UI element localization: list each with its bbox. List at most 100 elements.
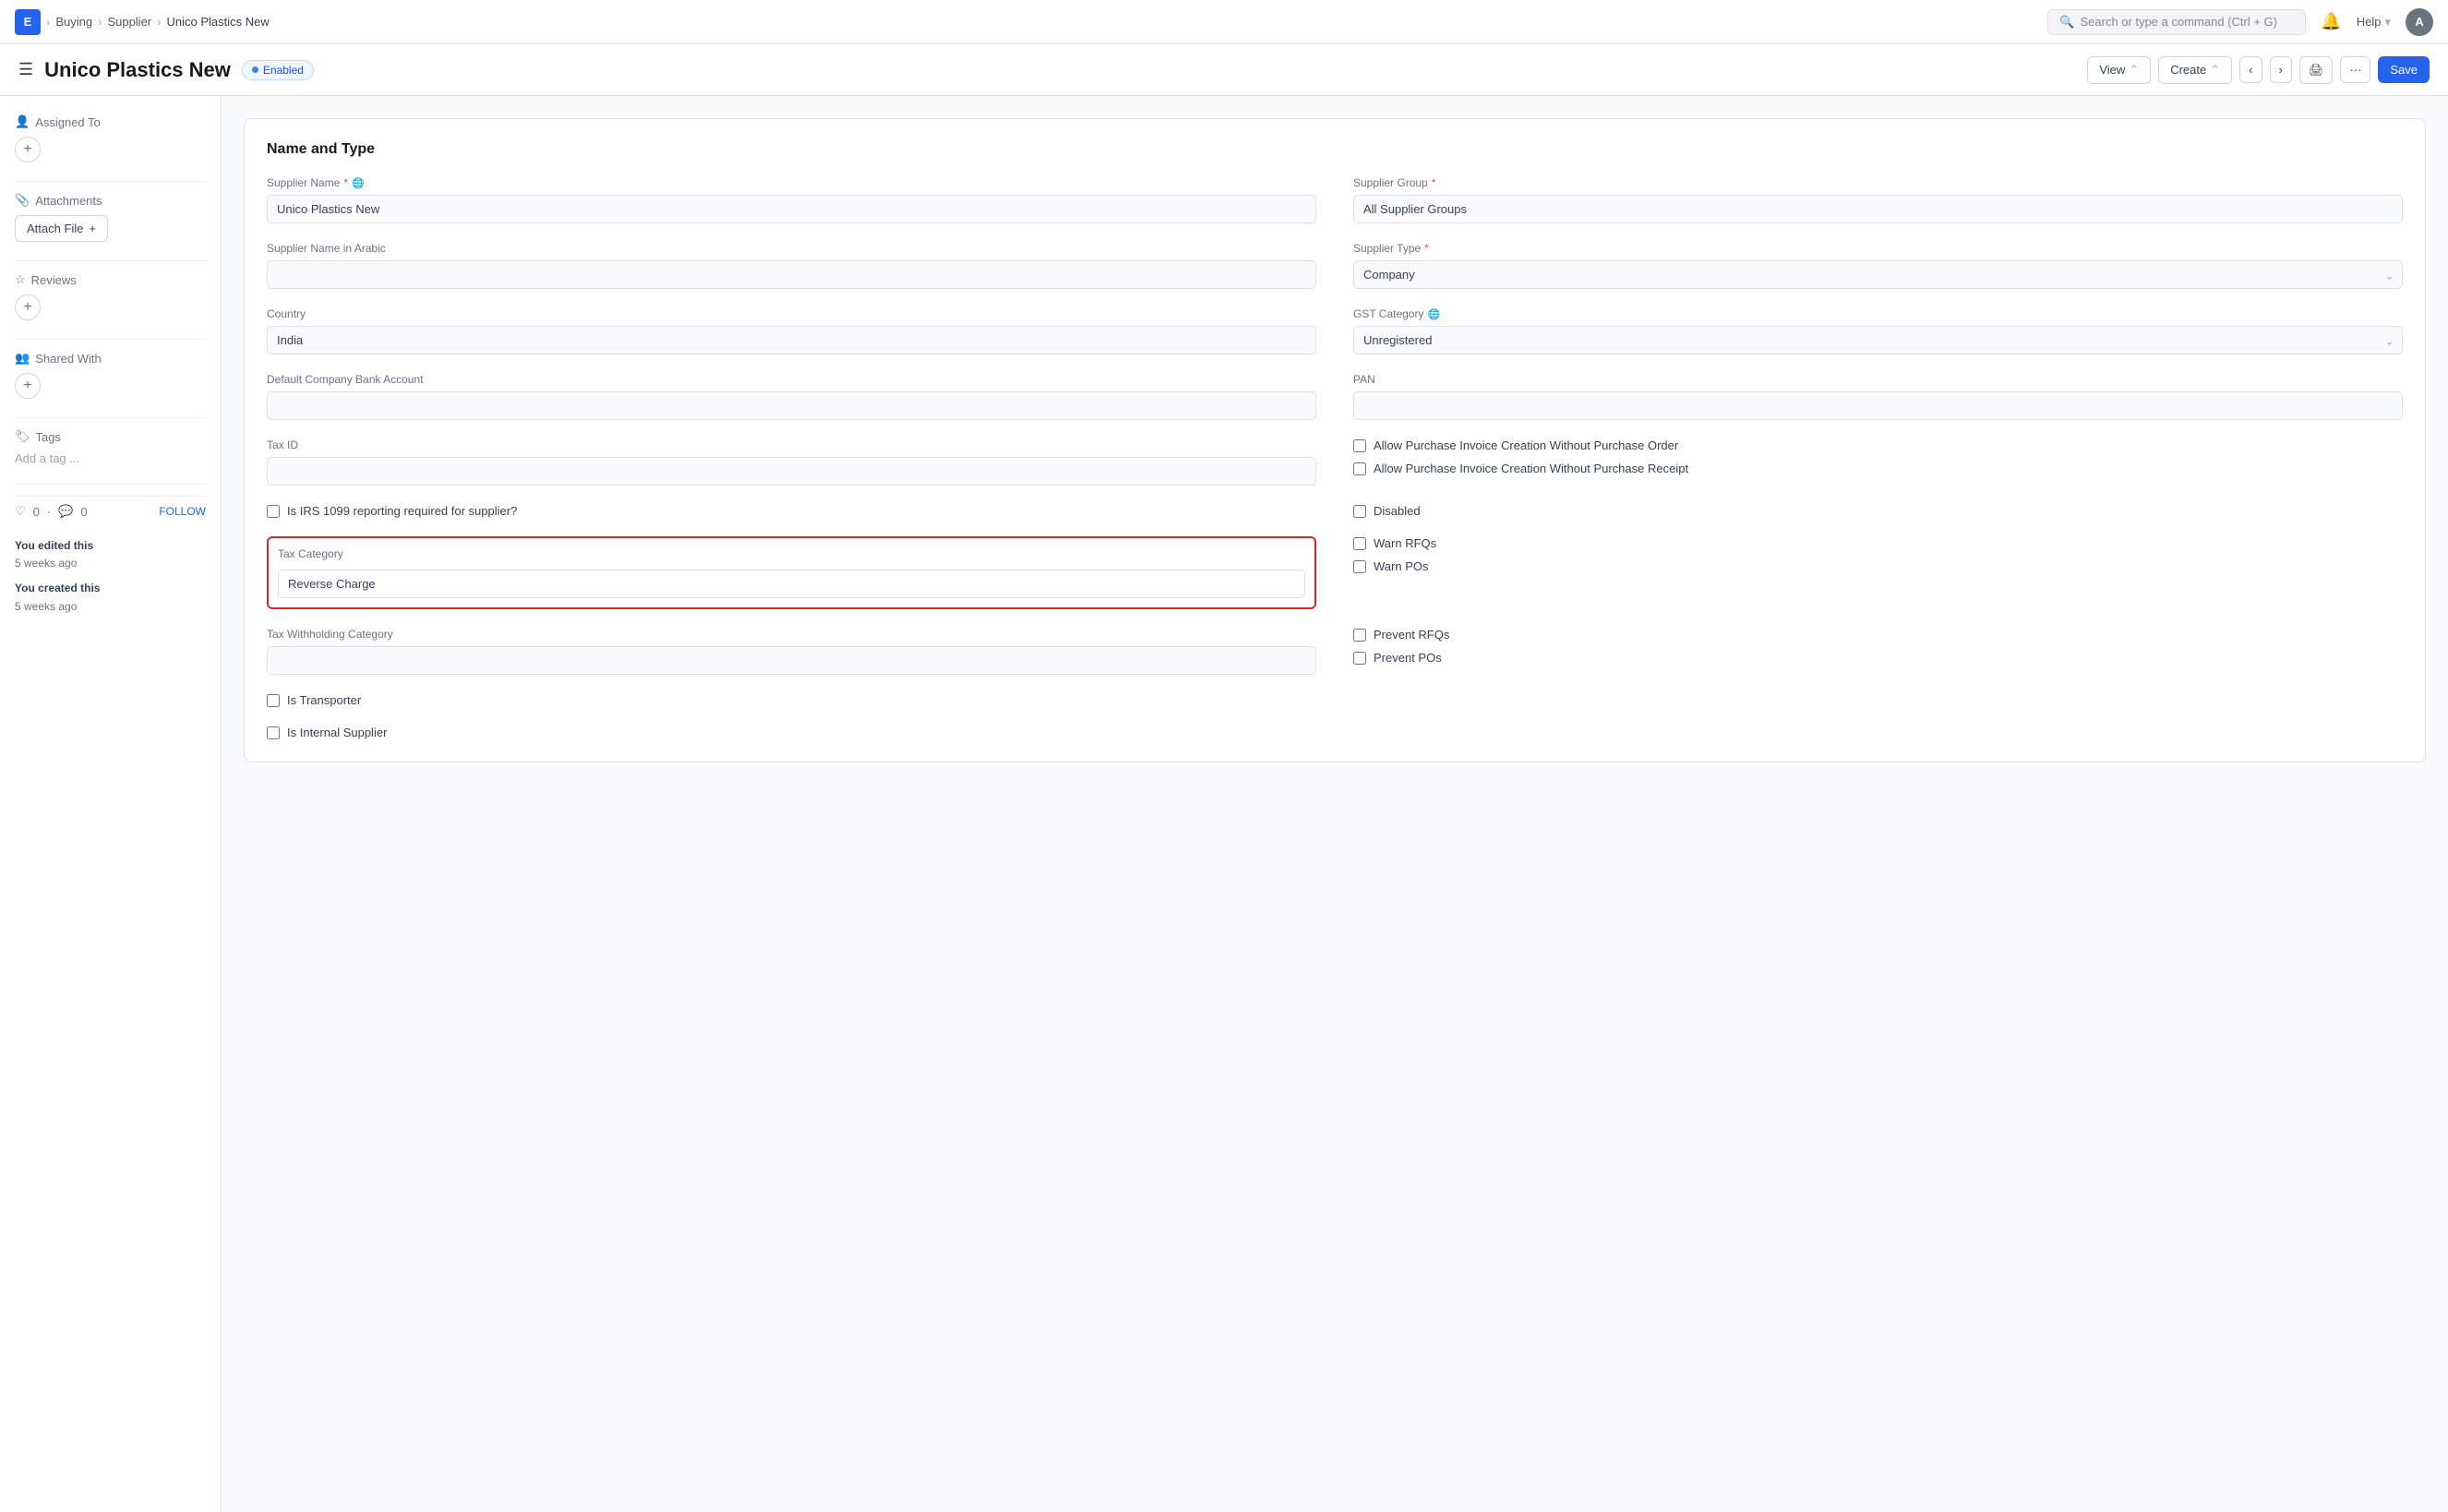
pan-input[interactable] bbox=[1353, 391, 2403, 420]
header-left: ☰ Unico Plastics New Enabled bbox=[18, 58, 314, 82]
help-button[interactable]: Help ▾ bbox=[2357, 15, 2391, 30]
prevent-pos-checkbox[interactable] bbox=[1353, 652, 1366, 665]
tags-section: 🏷 Tags Add a tag ... bbox=[15, 429, 206, 465]
is-internal-supplier-row[interactable]: Is Internal Supplier bbox=[267, 726, 1316, 739]
breadcrumb-supplier[interactable]: Supplier bbox=[107, 15, 151, 29]
gst-category-group: GST Category 🌐 Unregistered Registered R… bbox=[1353, 307, 2403, 354]
disabled-row[interactable]: Disabled bbox=[1353, 504, 2403, 518]
is-transporter-group: Is Transporter bbox=[267, 693, 1316, 707]
divider bbox=[15, 484, 206, 485]
tax-withholding-label: Tax Withholding Category bbox=[267, 628, 1316, 641]
gst-category-select[interactable]: Unregistered Registered Regular bbox=[1353, 326, 2403, 354]
breadcrumb-current: Unico Plastics New bbox=[166, 15, 269, 29]
globe-icon-gst: 🌐 bbox=[1427, 308, 1440, 320]
create-button[interactable]: Create ⌃ bbox=[2158, 56, 2232, 84]
assigned-to-label: 👤 Assigned To bbox=[15, 114, 206, 129]
supplier-name-group: Supplier Name * 🌐 bbox=[267, 176, 1316, 223]
chevron-icon: ⌃ bbox=[2210, 63, 2220, 78]
shared-with-label: 👥 Shared With bbox=[15, 351, 206, 366]
prevent-rfqs-checkbox[interactable] bbox=[1353, 629, 1366, 642]
attachments-label: 📎 Attachments bbox=[15, 193, 206, 208]
top-navigation: E › Buying › Supplier › Unico Plastics N… bbox=[0, 0, 2448, 44]
print-button[interactable]: 🖨 bbox=[2299, 56, 2334, 84]
breadcrumb-buying[interactable]: Buying bbox=[55, 15, 92, 29]
warn-checkboxes: Warn RFQs Warn POs bbox=[1353, 536, 2403, 609]
supplier-type-label: Supplier Type * bbox=[1353, 242, 2403, 255]
supplier-type-group: Supplier Type * Company Individual bbox=[1353, 242, 2403, 289]
header-bar: ☰ Unico Plastics New Enabled View ⌃ Crea… bbox=[0, 44, 2448, 96]
right-checkboxes-1: Allow Purchase Invoice Creation Without … bbox=[1353, 438, 2403, 486]
empty-right-9 bbox=[1353, 693, 2403, 707]
allow-invoice-no-po-checkbox[interactable] bbox=[1353, 439, 1366, 452]
activity-log: You edited this5 weeks ago You created t… bbox=[15, 537, 206, 616]
notification-icon[interactable]: 🔔 bbox=[2321, 12, 2341, 31]
tax-id-group: Tax ID bbox=[267, 438, 1316, 486]
supplier-group-input[interactable] bbox=[1353, 195, 2403, 223]
warn-pos-row[interactable]: Warn POs bbox=[1353, 559, 2403, 573]
prev-button[interactable]: ‹ bbox=[2239, 56, 2262, 83]
more-button[interactable]: ··· bbox=[2340, 56, 2370, 83]
add-tag-input[interactable]: Add a tag ... bbox=[15, 451, 79, 465]
tax-category-input[interactable] bbox=[278, 570, 1305, 598]
chevron-down-icon: ▾ bbox=[2384, 15, 2391, 30]
prevent-checkboxes: Prevent RFQs Prevent POs bbox=[1353, 628, 2403, 675]
tag-icon: 🏷 bbox=[15, 429, 30, 444]
chevron-icon: ⌃ bbox=[2129, 63, 2139, 78]
shared-with-section: 👥 Shared With + bbox=[15, 351, 206, 399]
divider bbox=[15, 181, 206, 182]
irs-1099-row[interactable]: Is IRS 1099 reporting required for suppl… bbox=[267, 504, 517, 518]
topnav-right: 🔍 Search or type a command (Ctrl + G) 🔔 … bbox=[2047, 8, 2433, 36]
country-group: Country bbox=[267, 307, 1316, 354]
is-internal-supplier-group: Is Internal Supplier bbox=[267, 726, 1316, 739]
tax-withholding-input[interactable] bbox=[267, 646, 1316, 675]
is-transporter-row[interactable]: Is Transporter bbox=[267, 693, 1316, 707]
prevent-rfqs-row[interactable]: Prevent RFQs bbox=[1353, 628, 2403, 642]
menu-icon[interactable]: ☰ bbox=[18, 60, 33, 79]
irs-1099-checkbox[interactable] bbox=[267, 505, 280, 518]
add-assigned-button[interactable]: + bbox=[15, 137, 41, 162]
tags-label: 🏷 Tags bbox=[15, 429, 206, 444]
likes-count: 0 bbox=[33, 505, 40, 519]
supplier-name-label: Supplier Name * 🌐 bbox=[267, 176, 1316, 189]
supplier-name-input[interactable] bbox=[267, 195, 1316, 223]
bank-account-label: Default Company Bank Account bbox=[267, 373, 1316, 386]
people-icon: 👥 bbox=[15, 351, 30, 366]
warn-rfqs-checkbox[interactable] bbox=[1353, 537, 1366, 550]
view-button[interactable]: View ⌃ bbox=[2087, 56, 2151, 84]
warn-pos-checkbox[interactable] bbox=[1353, 560, 1366, 573]
search-placeholder: Search or type a command (Ctrl + G) bbox=[2080, 15, 2277, 29]
supplier-type-select-wrapper: Company Individual bbox=[1353, 260, 2403, 289]
attach-file-button[interactable]: Attach File + bbox=[15, 215, 108, 242]
add-review-button[interactable]: + bbox=[15, 294, 41, 320]
assigned-to-section: 👤 Assigned To + bbox=[15, 114, 206, 162]
warn-rfqs-row[interactable]: Warn RFQs bbox=[1353, 536, 2403, 550]
header-right: View ⌃ Create ⌃ ‹ › 🖨 ··· Save bbox=[2087, 56, 2430, 84]
bank-account-input[interactable] bbox=[267, 391, 1316, 420]
allow-invoice-no-po-row[interactable]: Allow Purchase Invoice Creation Without … bbox=[1353, 438, 2403, 452]
supplier-name-arabic-input[interactable] bbox=[267, 260, 1316, 289]
add-shared-button[interactable]: + bbox=[15, 373, 41, 399]
divider bbox=[15, 339, 206, 340]
country-input[interactable] bbox=[267, 326, 1316, 354]
main-content: Name and Type Supplier Name * 🌐 Supplier… bbox=[222, 96, 2448, 1512]
is-transporter-checkbox[interactable] bbox=[267, 694, 280, 707]
save-button[interactable]: Save bbox=[2378, 56, 2430, 83]
app-icon[interactable]: E bbox=[15, 9, 41, 35]
avatar[interactable]: A bbox=[2406, 8, 2433, 36]
supplier-type-select[interactable]: Company Individual bbox=[1353, 260, 2403, 289]
divider bbox=[15, 260, 206, 261]
heart-icon: ♡ bbox=[15, 504, 26, 519]
next-button[interactable]: › bbox=[2270, 56, 2292, 83]
star-icon: ☆ bbox=[15, 272, 26, 287]
pan-label: PAN bbox=[1353, 373, 2403, 386]
status-badge: Enabled bbox=[242, 60, 314, 80]
allow-invoice-no-receipt-checkbox[interactable] bbox=[1353, 462, 1366, 475]
follow-button[interactable]: FOLLOW bbox=[159, 505, 206, 518]
irs-checkbox-group: Is IRS 1099 reporting required for suppl… bbox=[267, 504, 1316, 518]
disabled-checkbox[interactable] bbox=[1353, 505, 1366, 518]
is-internal-supplier-checkbox[interactable] bbox=[267, 726, 280, 739]
allow-invoice-no-receipt-row[interactable]: Allow Purchase Invoice Creation Without … bbox=[1353, 462, 2403, 475]
tax-id-input[interactable] bbox=[267, 457, 1316, 486]
search-box[interactable]: 🔍 Search or type a command (Ctrl + G) bbox=[2047, 9, 2306, 35]
prevent-pos-row[interactable]: Prevent POs bbox=[1353, 651, 2403, 665]
